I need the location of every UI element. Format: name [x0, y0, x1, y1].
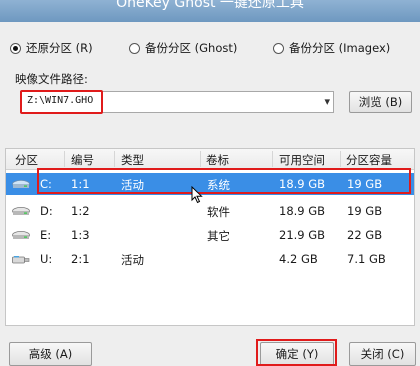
cell-number: 2:1 [71, 252, 90, 266]
radio-indicator [273, 42, 284, 54]
table-row-e[interactable]: E: 1:3 其它 21.9 GB 22 GB [6, 224, 414, 246]
cell-volume: 其它 [207, 229, 230, 243]
cell-capacity: 19 GB [347, 204, 383, 218]
column-header-partition[interactable]: 分区 [15, 152, 38, 168]
cell-type: 活动 [121, 253, 144, 267]
highlight-ok-button [256, 339, 337, 366]
radio-backup-imagex[interactable]: 备份分区 (Imagex) [273, 40, 390, 56]
highlight-selected-row [37, 168, 411, 194]
column-header-number[interactable]: 编号 [71, 152, 94, 168]
hard-disk-icon [12, 180, 30, 188]
radio-restore-partition[interactable]: 还原分区 (R) [10, 40, 93, 56]
table-row-d[interactable]: D: 1:2 软件 18.9 GB 19 GB [6, 200, 414, 222]
cell-volume: 软件 [207, 205, 230, 219]
advanced-button-label: 高级 (A) [28, 347, 73, 361]
column-header-capacity[interactable]: 分区容量 [346, 152, 392, 168]
advanced-button[interactable]: 高级 (A) [9, 342, 92, 366]
column-header-free-space[interactable]: 可用空间 [279, 152, 325, 168]
cell-drive: D: [40, 204, 53, 218]
column-divider [340, 151, 341, 167]
usb-drive-icon [12, 256, 30, 264]
column-divider [200, 151, 201, 167]
chevron-down-icon[interactable]: ▾ [324, 95, 330, 108]
mouse-cursor-icon [191, 186, 203, 204]
table-header: 分区 编号 类型 卷标 可用空间 分区容量 [6, 149, 414, 170]
column-divider [64, 151, 65, 167]
cell-free-space: 21.9 GB [279, 228, 326, 242]
cell-drive: E: [40, 228, 52, 242]
hard-disk-icon [12, 207, 30, 215]
cell-capacity: 22 GB [347, 228, 383, 242]
radio-selected-dot [13, 45, 18, 51]
hard-disk-icon [12, 231, 30, 239]
cell-free-space: 4.2 GB [279, 252, 318, 266]
close-button[interactable]: 关闭 (C) [349, 342, 416, 366]
browse-button-label: 浏览 (B) [358, 95, 403, 109]
cell-capacity: 7.1 GB [347, 252, 386, 266]
cell-drive: U: [40, 252, 53, 266]
column-divider [114, 151, 115, 167]
radio-backup-ghost[interactable]: 备份分区 (Ghost) [129, 40, 237, 56]
highlight-image-path [20, 90, 103, 114]
cell-free-space: 18.9 GB [279, 204, 326, 218]
column-header-type[interactable]: 类型 [121, 152, 144, 168]
column-divider [272, 151, 273, 167]
cell-number: 1:2 [71, 204, 90, 218]
close-button-label: 关闭 (C) [360, 347, 405, 361]
radio-label: 还原分区 (R) [26, 41, 93, 55]
radio-indicator [129, 42, 140, 54]
cell-number: 1:3 [71, 228, 90, 242]
window-title: OneKey Ghost 一键还原工具 [116, 0, 304, 11]
radio-label: 备份分区 (Ghost) [145, 41, 238, 55]
column-header-volume-label[interactable]: 卷标 [206, 152, 229, 168]
radio-indicator [10, 42, 21, 54]
window-titlebar: OneKey Ghost 一键还原工具 [0, 0, 420, 22]
image-path-label: 映像文件路径: [15, 72, 88, 86]
table-row-u[interactable]: U: 2:1 活动 4.2 GB 7.1 GB [6, 248, 414, 270]
radio-label: 备份分区 (Imagex) [289, 41, 391, 55]
browse-button[interactable]: 浏览 (B) [349, 91, 412, 113]
